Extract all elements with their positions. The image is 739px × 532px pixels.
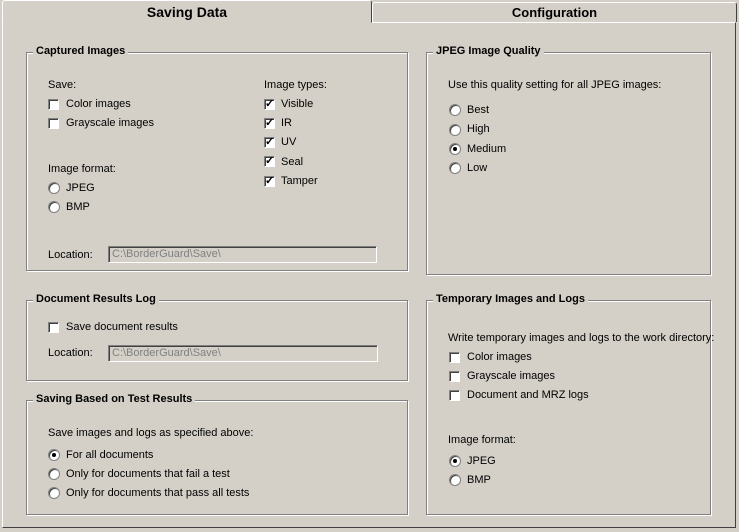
pass-all-tests-radio[interactable] <box>48 487 60 499</box>
uv-label: UV <box>281 136 297 148</box>
color-images-label: Color images <box>66 98 131 110</box>
selected-dot-icon <box>52 453 56 457</box>
group-title: Captured Images <box>33 45 129 57</box>
save-document-results-label: Save document results <box>66 321 178 333</box>
best-label: Best <box>467 104 490 116</box>
ir-label: IR <box>281 117 292 129</box>
location-field[interactable]: C:\BorderGuard\Save\ <box>108 246 377 263</box>
medium-radio[interactable] <box>449 143 461 155</box>
check-icon: ✓ <box>265 175 275 187</box>
temp-grayscale-images-checkbox[interactable] <box>449 371 460 382</box>
check-icon: ✓ <box>265 136 275 148</box>
location-label: Location: <box>48 347 93 359</box>
best-radio[interactable] <box>449 104 461 116</box>
bmp-radio[interactable] <box>48 201 60 213</box>
tab-configuration[interactable]: Configuration <box>372 2 737 22</box>
seal-label: Seal <box>281 156 304 168</box>
medium-label: Medium <box>467 143 507 155</box>
temp-grayscale-images-label: Grayscale images <box>467 370 556 382</box>
low-radio[interactable] <box>449 162 461 174</box>
temp-document-mrz-logs-checkbox[interactable] <box>449 390 460 401</box>
fail-test-label: Only for documents that fail a test <box>66 468 230 480</box>
temp-color-images-label: Color images <box>467 351 532 363</box>
tab-saving-data[interactable]: Saving Data <box>2 0 372 23</box>
image-format-label: Image format: <box>48 163 116 175</box>
temp-document-mrz-logs-label: Document and MRZ logs <box>467 389 589 401</box>
check-icon: ✓ <box>265 155 275 167</box>
seal-checkbox[interactable]: ✓ <box>264 155 275 167</box>
color-images-checkbox[interactable] <box>48 99 59 110</box>
save-document-results-checkbox[interactable] <box>48 322 59 333</box>
high-label: High <box>467 123 490 135</box>
high-radio[interactable] <box>449 124 461 136</box>
visible-label: Visible <box>281 98 314 110</box>
pass-all-tests-label: Only for documents that pass all tests <box>66 487 250 499</box>
test-results-description: Save images and logs as specified above: <box>48 427 254 439</box>
temp-jpeg-radio[interactable] <box>449 455 461 467</box>
document-location-field[interactable]: C:\BorderGuard\Save\ <box>108 345 378 362</box>
group-title: Document Results Log <box>33 293 159 305</box>
temp-image-format-label: Image format: <box>448 434 516 446</box>
jpeg-label: JPEG <box>66 182 95 194</box>
image-types-label: Image types: <box>264 79 327 91</box>
low-label: Low <box>467 162 488 174</box>
captured-images-group: Captured Images <box>26 45 408 271</box>
temporary-description: Write temporary images and logs to the w… <box>448 332 715 344</box>
visible-checkbox[interactable]: ✓ <box>264 98 275 110</box>
grayscale-images-checkbox[interactable] <box>48 118 59 129</box>
temp-color-images-checkbox[interactable] <box>449 352 460 363</box>
jpeg-quality-description: Use this quality setting for all JPEG im… <box>448 79 662 91</box>
all-documents-label: For all documents <box>66 449 154 461</box>
bmp-label: BMP <box>66 201 90 213</box>
save-label: Save: <box>48 79 77 91</box>
document-results-group: Document Results Log <box>26 293 408 381</box>
check-icon: ✓ <box>265 98 275 110</box>
temp-bmp-radio[interactable] <box>449 474 461 486</box>
location-label: Location: <box>48 249 93 261</box>
selected-dot-icon <box>453 459 457 463</box>
temp-jpeg-label: JPEG <box>467 455 496 467</box>
jpeg-radio[interactable] <box>48 182 60 194</box>
tamper-label: Tamper <box>281 175 318 187</box>
temp-bmp-label: BMP <box>467 474 491 486</box>
tamper-checkbox[interactable]: ✓ <box>264 175 275 187</box>
grayscale-images-label: Grayscale images <box>66 117 155 129</box>
fail-test-radio[interactable] <box>48 468 60 480</box>
ir-checkbox[interactable]: ✓ <box>264 117 275 129</box>
group-title: Saving Based on Test Results <box>33 393 196 405</box>
group-title: Temporary Images and Logs <box>433 293 588 305</box>
uv-checkbox[interactable]: ✓ <box>264 136 275 148</box>
all-documents-radio[interactable] <box>48 449 60 461</box>
selected-dot-icon <box>453 147 457 151</box>
group-title: JPEG Image Quality <box>433 45 544 57</box>
check-icon: ✓ <box>265 117 275 129</box>
